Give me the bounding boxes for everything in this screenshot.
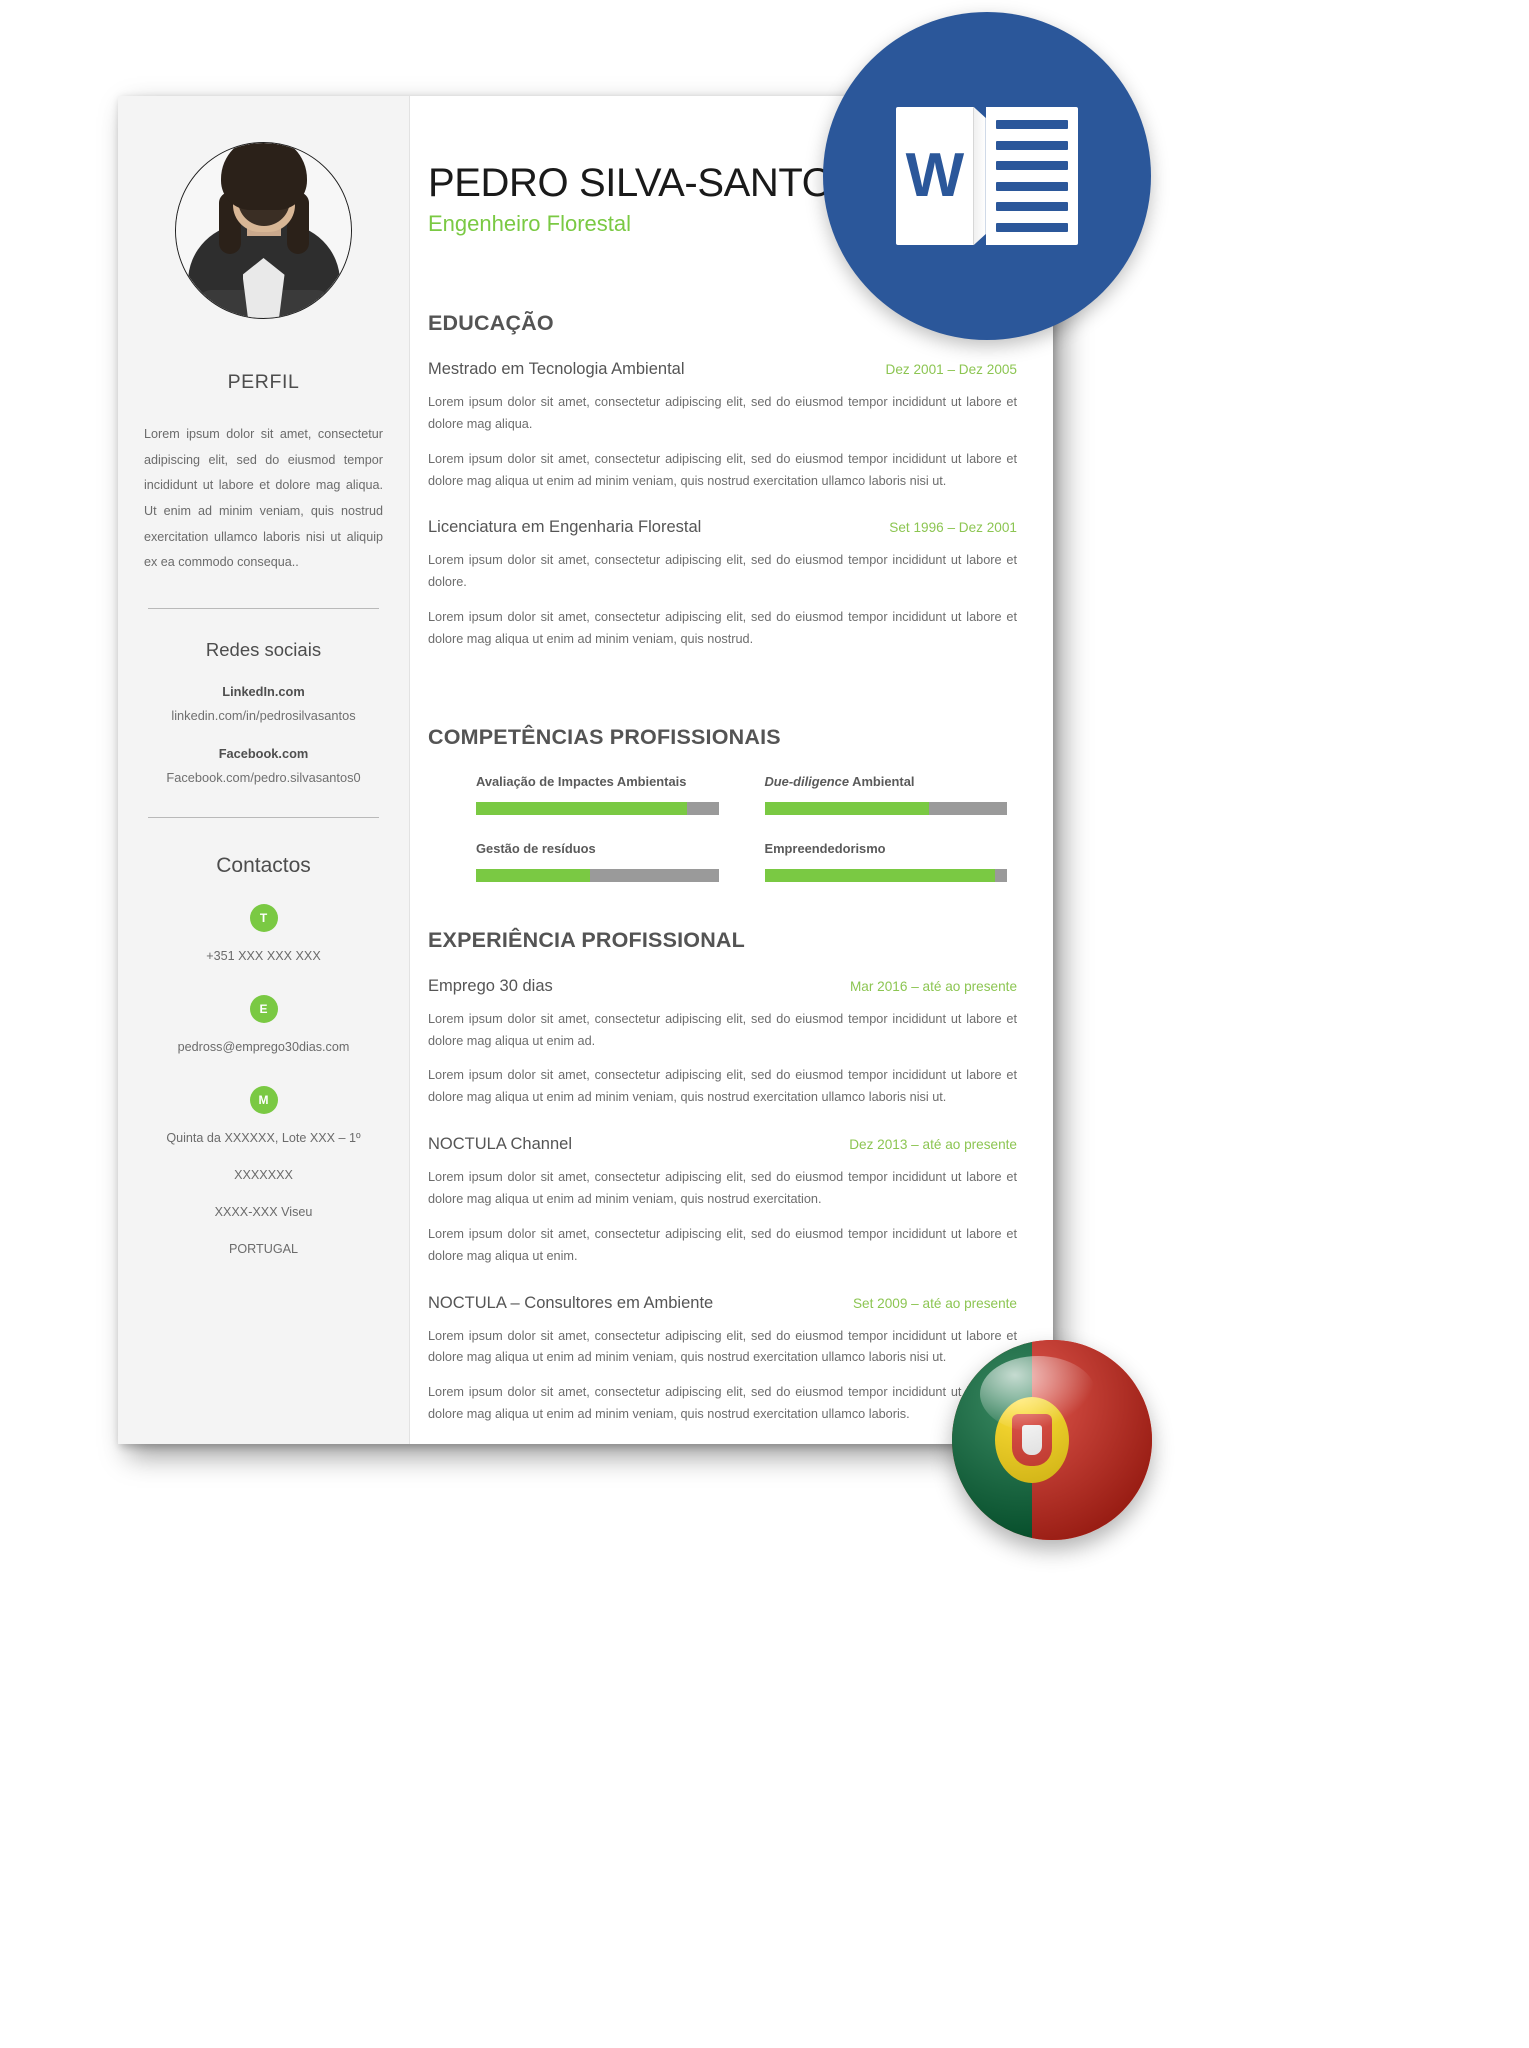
address-line-4: PORTUGAL — [228, 1241, 299, 1256]
education-entry: Licenciatura em Engenharia Florestal Set… — [428, 518, 1017, 650]
profile-text: Lorem ipsum dolor sit amet, consectetur … — [144, 427, 383, 570]
education-date: Dez 2001 – Dez 2005 — [885, 362, 1018, 377]
experience-paragraph: Lorem ipsum dolor sit amet, consectetur … — [428, 1011, 1017, 1048]
education-paragraph: Lorem ipsum dolor sit amet, consectetur … — [428, 610, 1017, 646]
profile-heading: PERFIL — [227, 371, 300, 393]
skill-label: Avaliação de Impactes Ambientais — [476, 773, 687, 789]
social-heading: Redes sociais — [205, 639, 322, 661]
avatar — [175, 142, 352, 319]
experience-entry: Emprego 30 dias Mar 2016 – até ao presen… — [428, 977, 1017, 1109]
skill-progress-bar — [764, 868, 1007, 882]
section-heading-experience: EXPERIÊNCIA PROFISSIONAL — [428, 927, 745, 952]
address-line-3: XXXX-XXX Viseu — [214, 1204, 313, 1219]
sidebar: PERFIL Lorem ipsum dolor sit amet, conse… — [118, 96, 410, 1444]
experience-title: NOCTULA – Consultores em Ambiente — [428, 1293, 714, 1312]
experience-title: NOCTULA Channel — [428, 1135, 572, 1154]
screenshot-canvas: PERFIL Lorem ipsum dolor sit amet, conse… — [0, 0, 1529, 2048]
skill-label-rest: Ambiental — [849, 773, 915, 789]
skill-item: Empreendedorismo — [764, 840, 1007, 882]
contact-phone: +351 XXX XXX XXX — [206, 949, 321, 964]
experience-date: Set 2009 – até ao presente — [852, 1295, 1017, 1311]
contacts-heading: Contactos — [216, 854, 311, 878]
experience-paragraph: Lorem ipsum dolor sit amet, consectetur … — [428, 1170, 1017, 1206]
skill-item: Gestão de resíduos — [476, 841, 719, 882]
social-name-linkedin: LinkedIn.com — [222, 684, 305, 700]
address-line-2: XXXXXXX — [234, 1167, 293, 1182]
experience-paragraph: Lorem ipsum dolor sit amet, consectetur … — [428, 1226, 1017, 1263]
profile-photo — [176, 143, 351, 318]
skill-progress-fill — [476, 801, 687, 815]
experience-title: Emprego 30 dias — [428, 976, 553, 995]
education-title: Mestrado em Tecnologia Ambiental — [428, 360, 685, 378]
experience-date: Mar 2016 – até ao presente — [849, 978, 1017, 994]
experience-paragraph: Lorem ipsum dolor sit amet, consectetur … — [428, 1328, 1017, 1365]
contact-email[interactable]: pedross@emprego30dias.com — [144, 1036, 383, 1060]
skill-progress-fill — [476, 868, 590, 882]
education-paragraph: Lorem ipsum dolor sit amet, consectetur … — [428, 451, 1017, 488]
experience-entry: NOCTULA – Consultores em Ambiente Set 20… — [428, 1294, 1017, 1426]
education-title: Licenciatura em Engenharia Florestal — [428, 518, 702, 537]
section-heading-skills: COMPETÊNCIAS PROFISSIONAIS — [428, 724, 781, 749]
experience-entry: NOCTULA Channel Dez 2013 – até ao presen… — [428, 1135, 1017, 1267]
word-lines — [985, 107, 1078, 245]
skill-progress-bar — [764, 801, 1007, 815]
telephone-icon: T — [249, 904, 278, 933]
skill-label: Gestão de resíduos — [476, 840, 596, 856]
education-entry: Mestrado em Tecnologia Ambiental Dez 200… — [428, 360, 1017, 492]
skill-progress-bar — [476, 868, 719, 882]
address-line-1: Quinta da XXXXXX, Lote XXX – 1º — [166, 1130, 361, 1145]
word-document-icon: W — [823, 12, 1151, 340]
word-letter-w: W — [896, 107, 974, 245]
education-paragraph: Lorem ipsum dolor sit amet, consectetur … — [428, 395, 1017, 431]
experience-paragraph: Lorem ipsum dolor sit amet, consectetur … — [428, 1068, 1017, 1105]
experience-paragraph: Lorem ipsum dolor sit amet, consectetur … — [428, 1385, 1017, 1422]
experience-date: Dez 2013 – até ao presente — [849, 1137, 1017, 1153]
skill-progress-fill — [764, 801, 930, 815]
skills-grid: Avaliação de Impactes Ambientais Due-dil… — [428, 774, 1017, 882]
sidebar-divider-1 — [148, 608, 379, 610]
word-letter-w-text: W — [905, 141, 965, 210]
email-icon: E — [249, 995, 278, 1024]
skill-item: Due-diligence Ambiental — [764, 774, 1008, 815]
social-name-facebook: Facebook.com — [218, 746, 309, 762]
skill-progress-bar — [476, 801, 719, 815]
skill-item: Avaliação de Impactes Ambientais — [476, 774, 719, 815]
skill-label-italic: Due-diligence — [764, 773, 850, 789]
portugal-flag-icon — [952, 1340, 1152, 1540]
social-url-facebook[interactable]: Facebook.com/pedro.silvasantos0 — [144, 770, 383, 785]
skill-label: Empreendedorismo — [764, 840, 886, 856]
sidebar-divider-2 — [148, 817, 379, 819]
education-paragraph: Lorem ipsum dolor sit amet, consectetur … — [428, 553, 1017, 590]
education-date: Set 1996 – Dez 2001 — [889, 520, 1017, 536]
morada-icon: M — [249, 1085, 278, 1114]
skill-progress-fill — [764, 868, 995, 882]
social-url-linkedin[interactable]: linkedin.com/in/pedrosilvasantos — [144, 708, 383, 723]
skill-label: Due-diligence Ambiental — [765, 774, 1008, 789]
word-logo-glyph: W — [896, 107, 1078, 245]
